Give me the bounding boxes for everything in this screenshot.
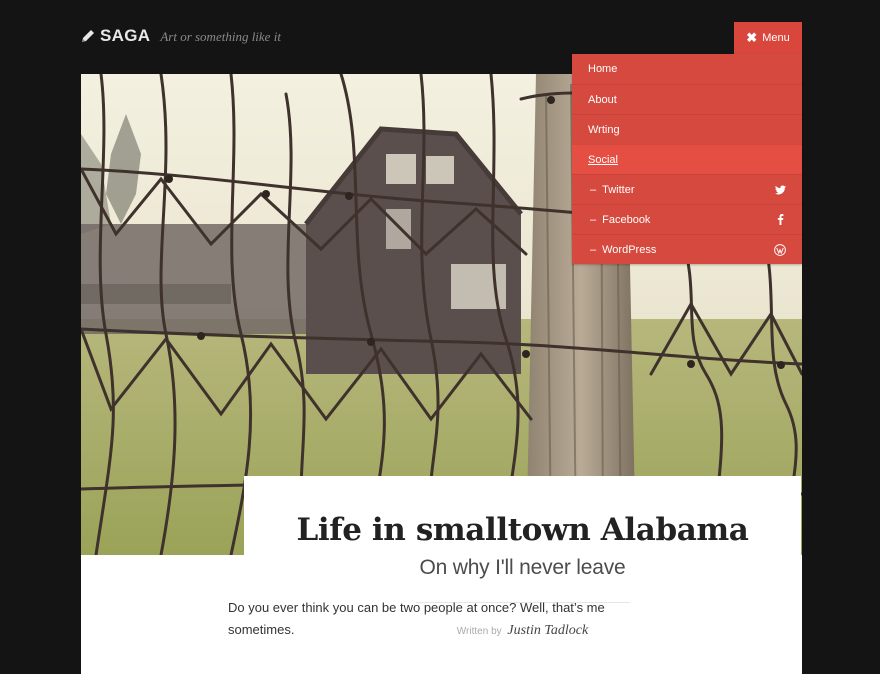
menu-item-facebook[interactable]: Facebook xyxy=(572,204,802,234)
menu-item-label: Wrting xyxy=(588,123,620,136)
pencil-icon xyxy=(80,28,96,44)
primary-menu: Home About Wrting Social Twitter Faceboo… xyxy=(572,54,802,264)
site-title[interactable]: SAGA xyxy=(100,26,150,46)
menu-item-wordpress[interactable]: WordPress xyxy=(572,234,802,264)
close-icon: ✖ xyxy=(746,30,758,45)
site-header: SAGA Art or something like it xyxy=(80,26,281,46)
post-subtitle: On why I'll never leave xyxy=(419,556,626,579)
menu-toggle-label: Menu xyxy=(762,32,790,44)
menu-item-social[interactable]: Social xyxy=(572,144,802,174)
site-description: Art or something like it xyxy=(160,28,281,44)
menu-item-label: Facebook xyxy=(590,214,650,226)
menu-item-label: Home xyxy=(588,63,618,75)
twitter-icon xyxy=(774,184,786,196)
menu-item-label: Twitter xyxy=(590,184,634,196)
post-title[interactable]: Life in smalltown Alabama xyxy=(244,512,801,548)
menu-item-about[interactable]: About xyxy=(572,84,802,114)
menu-item-label: Social xyxy=(588,153,618,166)
menu-item-writing[interactable]: Wrting xyxy=(572,114,802,144)
wordpress-icon xyxy=(774,243,786,256)
menu-item-label: About xyxy=(588,93,617,106)
facebook-icon xyxy=(774,214,786,226)
post-header: Life in smalltown Alabama On why I'll ne… xyxy=(244,476,801,674)
post-content: Do you ever think you can be two people … xyxy=(228,600,605,637)
menu-item-home[interactable]: Home xyxy=(572,54,802,84)
menu-toggle-button[interactable]: ✖ Menu xyxy=(734,22,802,54)
menu-item-twitter[interactable]: Twitter xyxy=(572,174,802,204)
menu-item-label: WordPress xyxy=(590,244,656,256)
